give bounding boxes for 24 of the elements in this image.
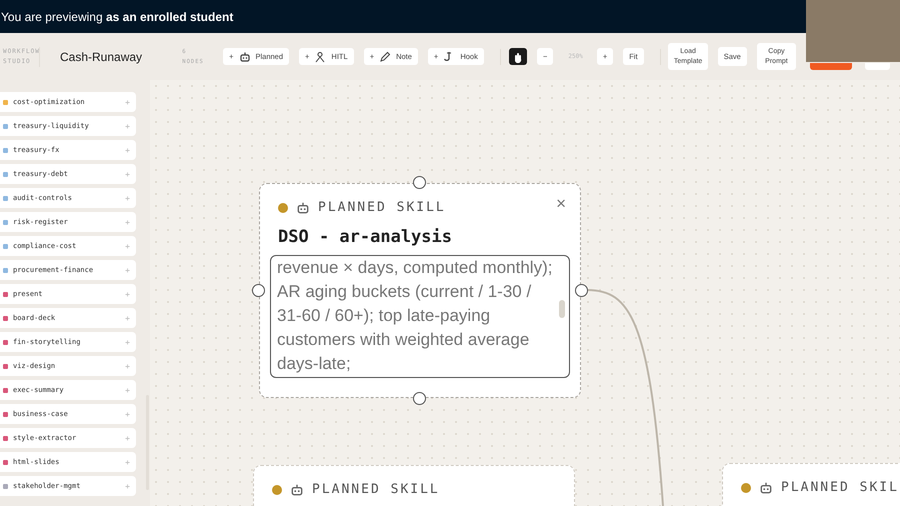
skill-node-card[interactable]: PLANNED SKILL bbox=[253, 465, 575, 506]
connection-handle[interactable] bbox=[575, 284, 588, 296]
preview-banner-text: You are previewing as an enrolled student bbox=[1, 10, 234, 24]
robot-icon bbox=[238, 50, 250, 62]
node-type-label: PLANNED SKILL bbox=[312, 482, 440, 497]
robot-icon bbox=[296, 200, 310, 214]
skill-node-card[interactable]: PLANNED SKIL bbox=[722, 463, 900, 506]
robot-icon bbox=[290, 482, 304, 496]
scrollbar[interactable] bbox=[559, 300, 565, 318]
skill-node-card[interactable]: PLANNED SKILL × DSO - ar-analysis revenue × days, computed monthly); AR aging buckets (current / 1-30 / 31-60 / 60+); top late-paying customers with weighted average days-late; bbox=[259, 183, 581, 398]
pan-tool-button[interactable] bbox=[508, 48, 527, 65]
workflow-title: Cash-Runaway bbox=[60, 50, 144, 64]
close-button[interactable]: × bbox=[556, 194, 566, 214]
description-field[interactable]: revenue × days, computed monthly); AR aging buckets (current / 1-30 / 31-60 / 60+); top late-paying customers with weighted average days-late; bbox=[270, 255, 570, 378]
node-title: DSO - ar-analysis bbox=[278, 227, 453, 247]
primary-action-button[interactable] bbox=[810, 63, 852, 70]
node-type-label: PLANNED SKILL bbox=[318, 200, 446, 215]
person-icon bbox=[314, 50, 326, 62]
connection-handle[interactable] bbox=[252, 284, 265, 296]
robot-icon bbox=[759, 480, 773, 494]
node-type-label: PLANNED SKIL bbox=[781, 480, 899, 495]
connection-handle[interactable] bbox=[413, 176, 426, 189]
connection-handle[interactable] bbox=[413, 392, 426, 405]
pencil-icon bbox=[379, 50, 392, 62]
